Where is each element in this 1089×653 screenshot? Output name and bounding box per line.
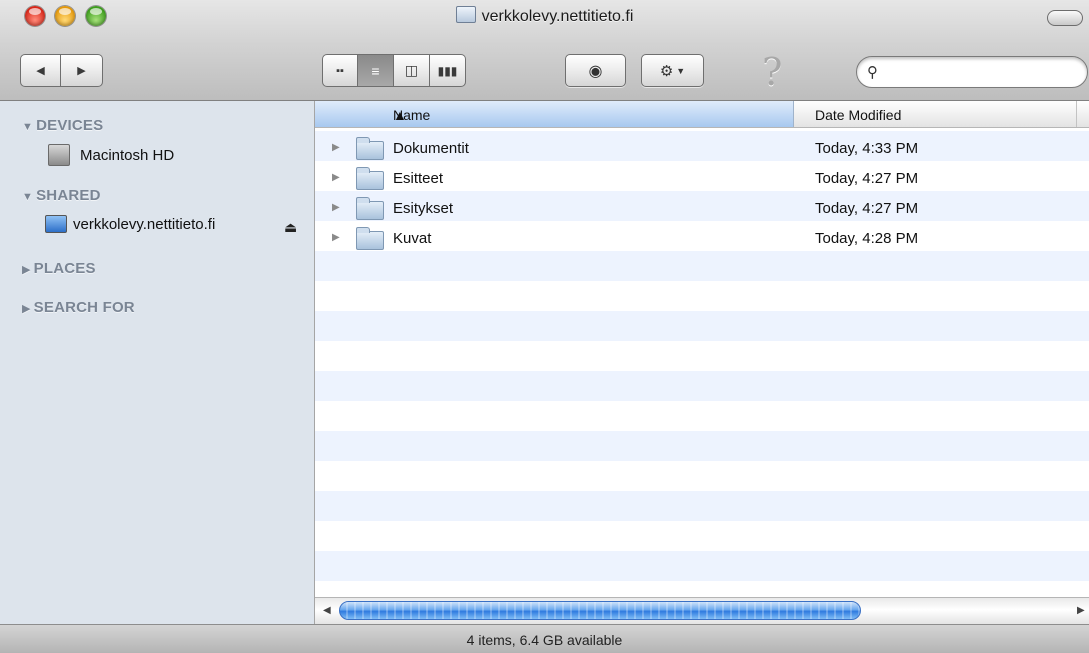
list-item[interactable]: ▶ Dokumentit Today, 4:33 PM [315,134,1089,164]
folder-icon [356,227,384,250]
sidebar-section-shared[interactable]: ▼ SHARED [22,187,101,204]
search-field[interactable]: ⚲ [856,56,1088,88]
sidebar-section-search-for[interactable]: ▶ SEARCH FOR [22,299,135,316]
forward-button[interactable]: ▶ [61,54,103,87]
scroll-left-icon[interactable]: ◀ [323,605,331,616]
icon-view-icon: ▪▪ [336,64,344,77]
gear-icon: ⚙ [659,62,674,80]
disclosure-closed-icon: ▶ [22,303,31,315]
status-bar: 4 items, 6.4 GB available [0,624,1089,653]
icon-view-button[interactable]: ▪▪ [322,54,358,87]
help-button[interactable]: ? [762,50,782,94]
file-list: Name ▲ Date Modified ▶ Dokumentit Today,… [315,101,1089,597]
search-input[interactable] [887,62,1081,84]
view-switcher: ▪▪ ≡ ◫ ▮▮▮ [322,54,466,87]
scrollbar-thumb[interactable] [339,601,861,620]
folder-icon [356,197,384,220]
sidebar-item-macintosh-hd[interactable]: Macintosh HD [48,144,174,166]
toolbar: verkkolevy.nettitieto.fi ◀ ▶ ▪▪ ≡ ◫ ▮▮▮ … [0,0,1089,101]
cover-flow-button[interactable]: ▮▮▮ [430,54,466,87]
list-header: Name ▲ Date Modified [315,101,1089,128]
horizontal-scrollbar[interactable]: ◀ ▶ [315,597,1089,624]
column-view-icon: ◫ [404,62,419,78]
eye-icon: ◉ [588,62,603,80]
hard-drive-icon [48,144,70,166]
arrow-right-icon: ▶ [77,65,86,77]
column-view-button[interactable]: ◫ [394,54,430,87]
list-view-icon: ≡ [371,62,380,79]
list-item[interactable]: ▶ Esitykset Today, 4:27 PM [315,194,1089,224]
sort-ascending-icon: ▲ [393,107,407,123]
disclosure-triangle-icon[interactable]: ▶ [332,142,340,153]
scroll-right-icon[interactable]: ▶ [1077,605,1085,616]
column-header-date-modified[interactable]: Date Modified [795,101,1077,127]
network-drive-icon [455,6,476,23]
list-view-button[interactable]: ≡ [358,54,394,87]
sidebar-section-devices[interactable]: ▼ DEVICES [22,117,103,134]
network-monitor-icon [45,215,67,233]
search-icon: ⚲ [867,64,878,81]
nav-buttons: ◀ ▶ [20,54,103,87]
folder-icon [356,137,384,160]
window-title: verkkolevy.nettitieto.fi [0,6,1089,26]
sidebar-section-places[interactable]: ▶ PLACES [22,260,96,277]
disclosure-open-icon: ▼ [22,191,34,203]
disclosure-closed-icon: ▶ [22,264,31,276]
back-button[interactable]: ◀ [20,54,61,87]
disclosure-triangle-icon[interactable]: ▶ [332,232,340,243]
list-item[interactable]: ▶ Kuvat Today, 4:28 PM [315,224,1089,254]
folder-icon [356,167,384,190]
finder-window: verkkolevy.nettitieto.fi ◀ ▶ ▪▪ ≡ ◫ ▮▮▮ … [0,0,1089,653]
action-menu-button[interactable]: ⚙ ▼ [641,54,704,87]
disclosure-triangle-icon[interactable]: ▶ [332,172,340,183]
chevron-down-icon: ▼ [676,65,686,76]
eject-icon[interactable]: ⏏ [284,219,297,236]
sidebar: ▼ DEVICES Macintosh HD ▼ SHARED verkkolevy… [0,101,315,624]
disclosure-open-icon: ▼ [22,121,34,133]
cover-flow-icon: ▮▮▮ [437,63,458,78]
list-item[interactable]: ▶ Esitteet Today, 4:27 PM [315,164,1089,194]
disclosure-triangle-icon[interactable]: ▶ [332,202,340,213]
column-header-name[interactable]: Name ▲ [315,101,794,127]
status-text: 4 items, 6.4 GB available [466,632,623,648]
quick-look-button[interactable]: ◉ [565,54,626,87]
sidebar-item-verkkolevy[interactable]: verkkolevy.nettitieto.fi [45,215,215,233]
arrow-left-icon: ◀ [36,65,45,77]
toolbar-toggle-button[interactable] [1047,10,1083,26]
